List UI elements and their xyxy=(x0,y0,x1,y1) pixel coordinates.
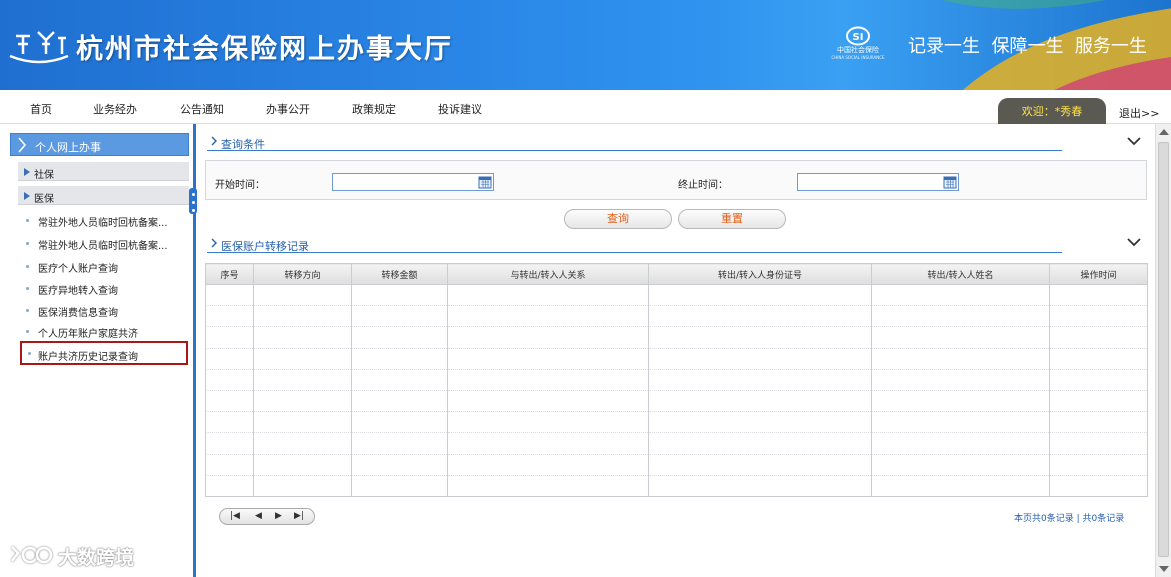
bullet-icon xyxy=(26,309,29,312)
end-time-label: 终止时间： xyxy=(678,180,728,191)
sidebar-item-label: 医保消费信息查询 xyxy=(38,308,118,319)
last-page-button[interactable]: ▶| xyxy=(294,511,304,521)
nav-item-public[interactable]: 办事公开 xyxy=(266,101,310,117)
end-time-input[interactable] xyxy=(797,173,959,191)
scroll-down-icon[interactable] xyxy=(1159,566,1169,572)
table-row xyxy=(205,369,1148,391)
query-section-header: 查询条件 xyxy=(207,133,1062,151)
header-banner: 杭州市社会保险网上办事大厅 SI 中国社会保险 CHINA SOCIAL INS… xyxy=(0,0,1171,90)
triangle-right-icon xyxy=(24,168,30,176)
arrow-right-icon xyxy=(211,238,217,248)
sidebar-group-label: 医保 xyxy=(34,194,54,205)
si-logo-cn: 中国社会保险 xyxy=(837,46,879,54)
watermark: 大数跨境 xyxy=(8,541,158,571)
sidebar-item-label: 账户共济历史记录查询 xyxy=(38,352,138,363)
table-row xyxy=(205,348,1148,370)
top-nav: 首页 业务经办 公告通知 办事公开 政策规定 投诉建议 xyxy=(0,90,1171,124)
collapse-chevron-icon[interactable] xyxy=(1127,237,1141,247)
main-content: 查询条件 开始时间： 终止时间： 查询 重置 医保账户转移记录 序号 转移方向 xyxy=(199,124,1155,577)
sidebar-group-label: 社保 xyxy=(34,170,54,181)
query-button[interactable]: 查询 xyxy=(564,209,672,229)
sidebar-collapse-handle[interactable] xyxy=(189,188,197,214)
site-title: 杭州市社会保险网上办事大厅 xyxy=(76,34,453,65)
bullet-icon xyxy=(26,242,29,245)
scroll-up-icon[interactable] xyxy=(1159,129,1169,135)
col-header-index[interactable]: 序号 xyxy=(205,263,254,285)
table-row xyxy=(205,475,1148,498)
records-section-header: 医保账户转移记录 xyxy=(207,235,1062,253)
bullet-icon xyxy=(28,352,31,355)
record-count: 本页共0条记录 | 共0条记录 xyxy=(1014,514,1125,524)
sidebar-item-label: 医疗异地转入查询 xyxy=(38,286,118,297)
logout-link[interactable]: 退出>> xyxy=(1119,105,1159,121)
start-time-label: 开始时间： xyxy=(215,180,265,191)
sidebar-item-label: 个人历年账户家庭共济 xyxy=(38,329,138,340)
hangzhou-logo-icon xyxy=(9,31,69,64)
table-row xyxy=(205,305,1148,328)
watermark-text: 大数跨境 xyxy=(58,547,135,569)
arrow-right-icon xyxy=(211,136,217,146)
col-header-relation[interactable]: 与转出/转入人关系 xyxy=(447,263,649,285)
sidebar-item-label: 常驻外地人员临时回杭备案... xyxy=(38,218,168,229)
nav-item-complaints[interactable]: 投诉建议 xyxy=(438,101,482,117)
si-logo-en: CHINA SOCIAL INSURANCE xyxy=(831,55,885,60)
col-header-id-number[interactable]: 转出/转入人身份证号 xyxy=(648,263,872,285)
sidebar-header[interactable]: 个人网上办事 xyxy=(10,133,189,156)
sidebar-item-account-history[interactable]: 账户共济历史记录查询 xyxy=(20,341,188,365)
svg-text:SI: SI xyxy=(853,32,864,43)
table-row xyxy=(205,411,1148,434)
col-header-name[interactable]: 转出/转入人姓名 xyxy=(871,263,1050,285)
table-row xyxy=(205,454,1148,476)
bullet-icon xyxy=(26,219,29,222)
sidebar-group-medical[interactable]: 医保 xyxy=(18,186,189,205)
table-row xyxy=(205,432,1148,455)
collapse-chevron-icon[interactable] xyxy=(1127,136,1141,146)
reset-button[interactable]: 重置 xyxy=(678,209,786,229)
sidebar: 个人网上办事 社保 医保 常驻外地人员临时回杭备案... 常驻外地人员临时回杭备… xyxy=(0,124,196,577)
col-header-direction[interactable]: 转移方向 xyxy=(253,263,352,285)
sidebar-item-label: 医疗个人账户查询 xyxy=(38,264,118,275)
slogan: 记录一生 保障一生 服务一生 xyxy=(908,36,1147,57)
si-emblem-icon: SI xyxy=(846,26,870,46)
table-row xyxy=(205,284,1148,307)
pager: |◀ ◀ ▶ ▶| xyxy=(219,508,315,525)
calendar-icon[interactable] xyxy=(943,175,957,189)
table-body xyxy=(205,284,1148,498)
col-header-amount[interactable]: 转移金额 xyxy=(351,263,448,285)
watermark-logo-icon xyxy=(11,546,53,564)
triangle-right-icon xyxy=(24,192,30,200)
bullet-icon xyxy=(26,287,29,290)
table-row xyxy=(205,390,1148,413)
bullet-icon xyxy=(26,265,29,268)
records-section-title: 医保账户转移记录 xyxy=(221,240,309,253)
bullet-icon xyxy=(26,330,29,333)
sidebar-group-social[interactable]: 社保 xyxy=(18,162,189,181)
sidebar-item-label: 常驻外地人员临时回杭备案... xyxy=(38,241,168,252)
scroll-thumb[interactable] xyxy=(1158,142,1169,557)
next-page-button[interactable]: ▶ xyxy=(275,511,282,521)
query-section-title: 查询条件 xyxy=(221,138,265,151)
nav-item-policy[interactable]: 政策规定 xyxy=(352,101,396,117)
nav-item-business[interactable]: 业务经办 xyxy=(93,101,137,117)
chevron-right-icon xyxy=(18,137,27,153)
table-header-row: 序号 转移方向 转移金额 与转出/转入人关系 转出/转入人身份证号 转出/转入人… xyxy=(205,263,1148,285)
vertical-scrollbar[interactable] xyxy=(1155,124,1171,577)
nav-item-notices[interactable]: 公告通知 xyxy=(180,101,224,117)
welcome-tab: 欢迎：*秀春 xyxy=(998,98,1106,124)
sidebar-title: 个人网上办事 xyxy=(35,141,101,154)
social-insurance-logo: SI 中国社会保险 CHINA SOCIAL INSURANCE xyxy=(828,26,888,66)
query-conditions: 开始时间： 终止时间： xyxy=(205,160,1147,200)
first-page-button[interactable]: |◀ xyxy=(230,511,240,521)
nav-item-home[interactable]: 首页 xyxy=(30,101,52,117)
calendar-icon[interactable] xyxy=(478,175,492,189)
start-time-input[interactable] xyxy=(332,173,494,191)
prev-page-button[interactable]: ◀ xyxy=(255,511,262,521)
table-row xyxy=(205,326,1148,349)
col-header-time[interactable]: 操作时间 xyxy=(1049,263,1148,285)
records-table: 序号 转移方向 转移金额 与转出/转入人关系 转出/转入人身份证号 转出/转入人… xyxy=(205,263,1148,498)
